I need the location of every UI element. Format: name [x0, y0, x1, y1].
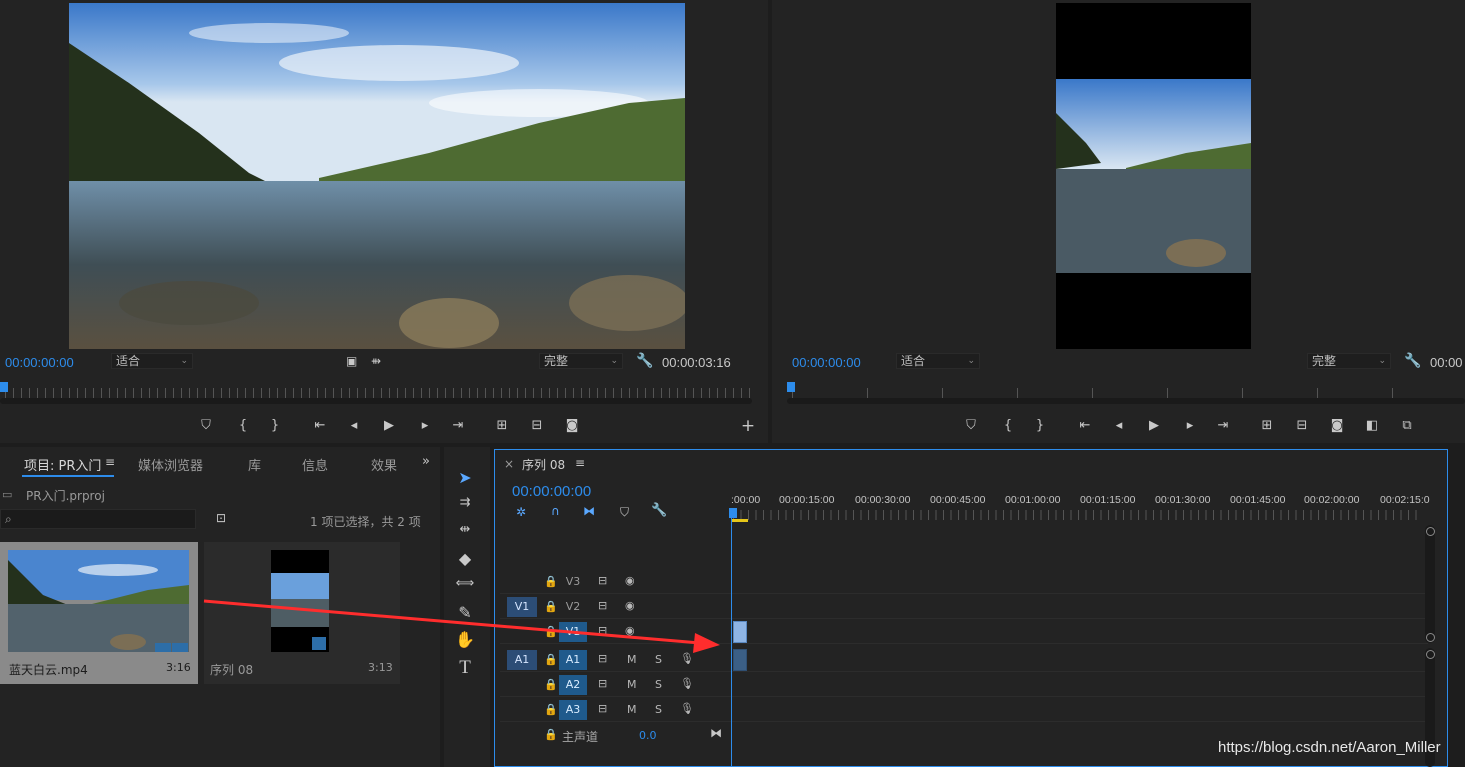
annotation-arrow [203, 599, 720, 653]
watermark-text: https://blog.csdn.net/Aaron_Miller [1218, 739, 1441, 756]
